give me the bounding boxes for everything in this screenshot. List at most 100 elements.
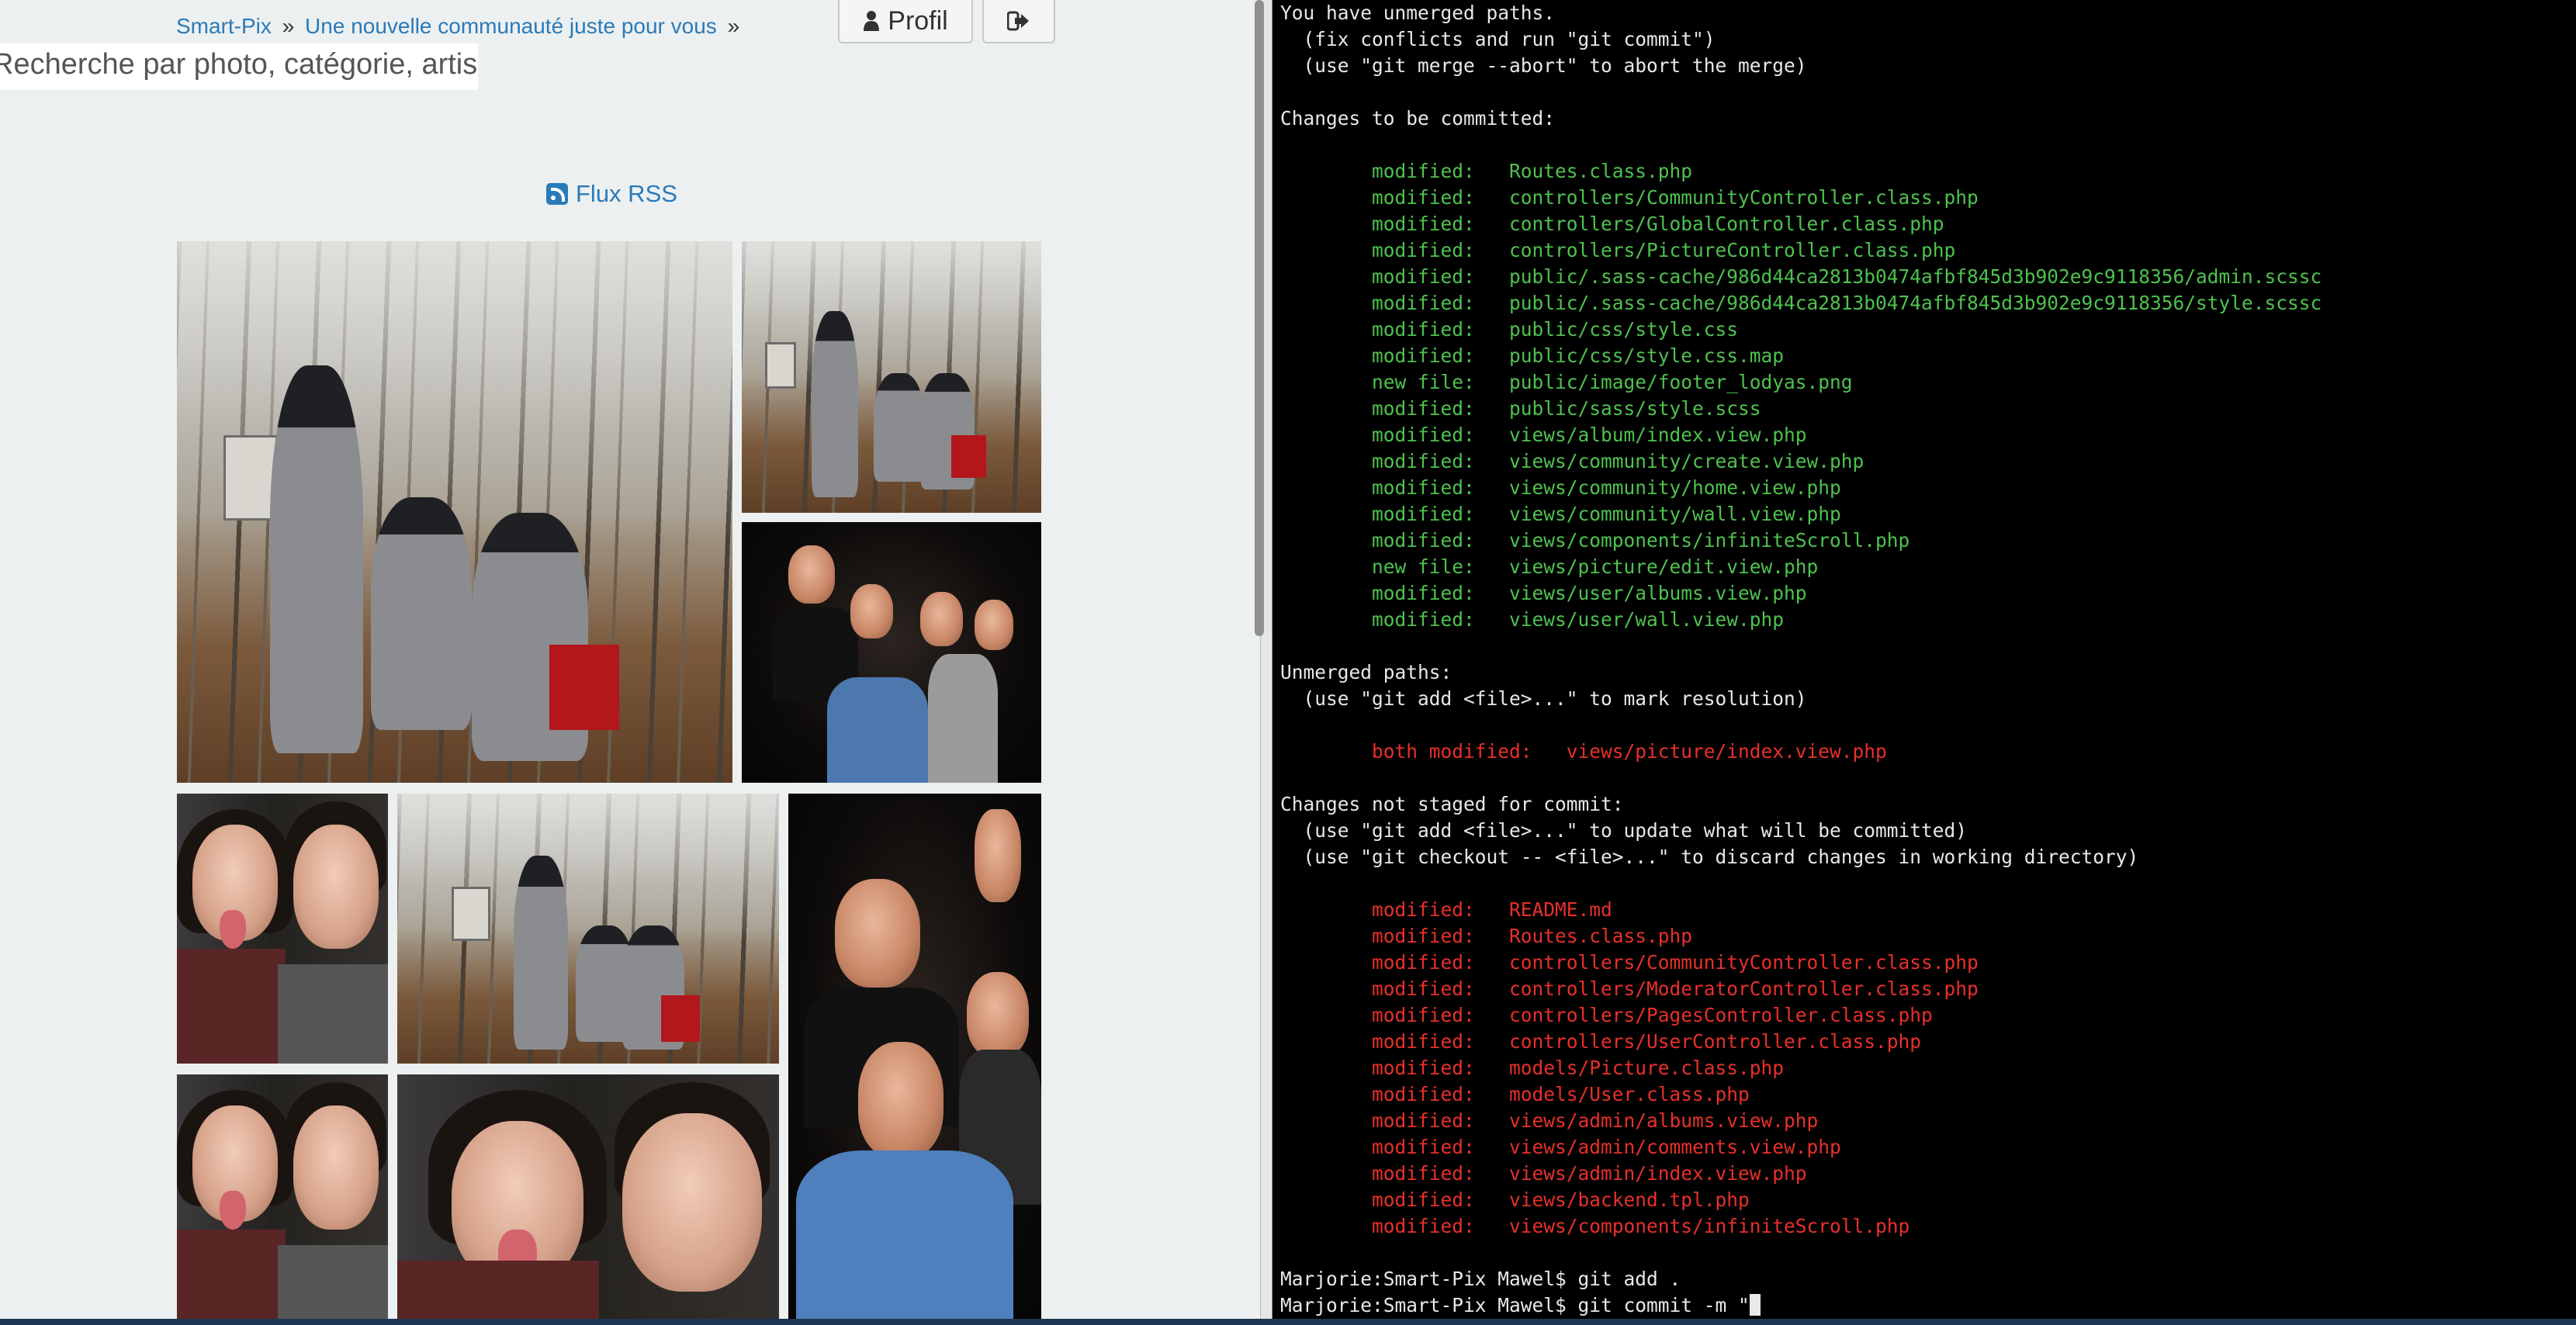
photo-detail — [796, 1150, 1013, 1319]
rss-icon — [546, 183, 568, 205]
terminal-line: new file: public/image/footer_lodyas.png — [1280, 371, 1853, 393]
terminal-line: modified: views/community/create.view.ph… — [1280, 450, 1864, 472]
user-icon — [864, 11, 880, 31]
rss-feed-link[interactable]: Flux RSS — [546, 180, 677, 208]
profile-button-label: Profil — [888, 5, 948, 36]
photo-night-party-small[interactable] — [742, 522, 1041, 783]
terminal-line: modified: controllers/ModeratorControlle… — [1280, 977, 1979, 1000]
photo-night-party-tall[interactable] — [788, 794, 1041, 1319]
photo-forest-group-large[interactable] — [177, 241, 732, 783]
terminal-line: modified: README.md — [1280, 898, 1612, 921]
photo-detail — [549, 645, 619, 730]
photo-detail — [220, 1191, 246, 1230]
photo-forest-group-medium[interactable] — [397, 794, 779, 1064]
photo-detail — [951, 435, 986, 478]
photo-detail — [661, 995, 700, 1042]
photo-detail — [928, 654, 998, 783]
photo-detail — [177, 1230, 286, 1319]
terminal-window[interactable]: You have unmerged paths. (fix conflicts … — [1276, 0, 2576, 1319]
photo-detail — [220, 910, 246, 949]
breadcrumb-separator: » — [282, 14, 295, 38]
terminal-line: modified: public/css/style.css.map — [1280, 344, 1785, 367]
terminal-line: You have unmerged paths. — [1280, 2, 1556, 24]
photo-detail — [874, 373, 924, 482]
photo-forest-group-small[interactable] — [742, 241, 1041, 513]
terminal-line: modified: controllers/UserController.cla… — [1280, 1030, 1922, 1053]
logout-button[interactable] — [982, 0, 1055, 43]
terminal-line: modified: models/User.class.php — [1280, 1083, 1750, 1105]
terminal-line: (use "git merge --abort" to abort the me… — [1280, 54, 1807, 77]
photo-detail — [835, 879, 920, 988]
terminal-line: modified: controllers/PagesController.cl… — [1280, 1004, 1933, 1026]
browser-page: Smart-Pix » Une nouvelle communauté just… — [0, 0, 1260, 1319]
terminal-line: modified: public/.sass-cache/986d44ca281… — [1280, 292, 2322, 314]
terminal-line: (fix conflicts and run "git commit") — [1280, 28, 1716, 50]
photo-detail — [278, 964, 388, 1064]
terminal-line: modified: public/.sass-cache/986d44ca281… — [1280, 265, 2322, 288]
terminal-output: You have unmerged paths. (fix conflicts … — [1280, 0, 2576, 1319]
terminal-line: modified: Routes.class.php — [1280, 925, 1693, 947]
terminal-line: Changes to be committed: — [1280, 107, 1556, 130]
terminal-line: Marjorie:Smart-Pix Mawel$ git add . — [1280, 1268, 1681, 1290]
photo-detail — [293, 825, 379, 949]
desktop-bottom-bar — [0, 1319, 2576, 1325]
photo-detail — [622, 1113, 762, 1292]
photo-detail — [293, 1105, 379, 1230]
terminal-line: modified: public/sass/style.scss — [1280, 397, 1761, 420]
browser-scrollbar-thumb[interactable] — [1255, 0, 1264, 636]
sign-out-icon — [1007, 11, 1029, 31]
profile-button[interactable]: Profil — [838, 0, 973, 43]
photo-detail — [827, 677, 928, 783]
terminal-line: modified: controllers/CommunityControlle… — [1280, 186, 1979, 209]
photo-detail — [812, 311, 858, 497]
photo-detail — [452, 887, 490, 941]
terminal-line: Changes not staged for commit: — [1280, 793, 1624, 815]
terminal-line: modified: views/components/infiniteScrol… — [1280, 1215, 1910, 1237]
terminal-line: modified: views/backend.tpl.php — [1280, 1188, 1750, 1211]
photo-detail — [371, 497, 472, 730]
photo-detail — [177, 949, 286, 1064]
terminal-line: modified: public/css/style.css — [1280, 318, 1739, 341]
terminal-line: Marjorie:Smart-Pix Mawel$ git commit -m … — [1280, 1292, 2576, 1319]
terminal-line: modified: views/community/home.view.php — [1280, 476, 1841, 499]
breadcrumb-separator: » — [727, 14, 740, 38]
photo-selfie-1[interactable] — [177, 794, 388, 1064]
terminal-line: modified: views/user/albums.view.php — [1280, 582, 1807, 604]
photo-detail — [765, 342, 796, 389]
photo-detail — [788, 545, 835, 604]
photo-detail — [967, 972, 1029, 1057]
photo-detail — [514, 856, 568, 1050]
photo-detail — [975, 809, 1021, 902]
photo-selfie-3[interactable] — [397, 1074, 779, 1319]
terminal-line: modified: views/admin/index.view.php — [1280, 1162, 1807, 1185]
rss-feed-label: Flux RSS — [576, 180, 677, 207]
terminal-line: modified: controllers/PictureController.… — [1280, 239, 1956, 261]
terminal-line: modified: Routes.class.php — [1280, 160, 1693, 182]
photo-detail — [858, 1042, 943, 1158]
terminal-line: modified: views/user/wall.view.php — [1280, 608, 1785, 631]
terminal-line: new file: views/picture/edit.view.php — [1280, 555, 1819, 578]
photo-detail — [397, 1261, 599, 1319]
breadcrumb-link-home[interactable]: Smart-Pix — [176, 14, 272, 38]
photo-detail — [920, 592, 963, 646]
photo-selfie-2[interactable] — [177, 1074, 388, 1319]
terminal-line: modified: views/community/wall.view.php — [1280, 503, 1841, 525]
search-input[interactable]: Recherche par photo, catégorie, artis — [0, 43, 478, 90]
terminal-line: modified: controllers/GlobalController.c… — [1280, 213, 1944, 235]
breadcrumb-link-community[interactable]: Une nouvelle communauté juste pour vous — [305, 14, 717, 38]
terminal-line: Unmerged paths: — [1280, 661, 1452, 683]
terminal-line: (use "git checkout -- <file>..." to disc… — [1280, 846, 2139, 868]
terminal-cursor — [1749, 1294, 1761, 1316]
terminal-line: modified: views/album/index.view.php — [1280, 424, 1807, 446]
photo-detail — [278, 1245, 388, 1319]
terminal-line: modified: controllers/CommunityControlle… — [1280, 951, 1979, 974]
terminal-line: modified: models/Picture.class.php — [1280, 1057, 1785, 1079]
photo-detail — [850, 584, 893, 638]
